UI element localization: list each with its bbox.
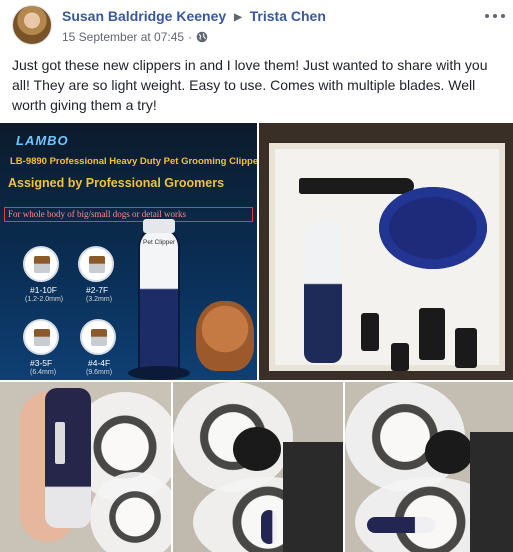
blade-2-name: #2-7F <box>86 285 109 295</box>
dog-nose <box>425 430 473 474</box>
blade-1-image <box>23 246 59 282</box>
more-dot-icon <box>493 14 497 18</box>
post-header: Susan Baldridge Keeney ▶ Trista Chen 15 … <box>0 0 513 52</box>
more-dot-icon <box>485 14 489 18</box>
blade-3-size: (6.4mm) <box>30 369 57 376</box>
cleaning-brush-image <box>299 178 414 194</box>
blade-3-name: #3-5F <box>30 358 53 368</box>
recipient-name-link[interactable]: Trista Chen <box>250 8 326 24</box>
share-arrow-icon: ▶ <box>234 12 242 23</box>
photo-grid: LAMBO LB-9890 Professional Heavy Duty Pe… <box>0 123 513 552</box>
meta-separator: · <box>188 30 193 44</box>
blade-4-name: #4-4F <box>88 358 111 368</box>
blade-4-image <box>80 319 116 355</box>
ad-brand-logo: LAMBO <box>16 133 69 148</box>
guard-comb-image <box>419 308 445 360</box>
blade-4-size: (9.6mm) <box>86 369 113 376</box>
grooming-table <box>283 442 343 552</box>
dog-nose <box>233 427 281 471</box>
guard-comb-image <box>391 343 409 371</box>
poodle-image <box>196 301 254 371</box>
photo-groomed-dog-1[interactable] <box>173 382 343 552</box>
photo-product-ad[interactable]: LAMBO LB-9890 Professional Heavy Duty Pe… <box>0 123 257 380</box>
guard-comb-image <box>361 313 379 351</box>
globe-icon[interactable] <box>196 31 208 43</box>
more-dot-icon <box>501 14 505 18</box>
author-avatar[interactable] <box>12 5 52 45</box>
clipper-image <box>45 388 91 528</box>
photo-package-box[interactable] <box>259 123 513 380</box>
more-options-button[interactable] <box>485 8 505 24</box>
clipper-image <box>140 219 178 377</box>
grooming-table <box>470 432 513 552</box>
post-meta: 15 September at 07:45 · <box>62 30 208 44</box>
ad-headline: Assigned by Professional Groomers <box>8 176 225 190</box>
photo-hand-clipper[interactable] <box>0 382 171 552</box>
blade-3-image <box>23 319 59 355</box>
post-timestamp[interactable]: 15 September at 07:45 <box>62 30 184 44</box>
clipper-image <box>304 218 342 363</box>
blade-1-size: (1.2-2.0mm) <box>25 296 64 303</box>
blade-1-name: #1-10F <box>30 285 57 295</box>
guard-comb-image <box>455 328 477 368</box>
post-names: Susan Baldridge Keeney ▶ Trista Chen <box>62 8 326 24</box>
author-name-link[interactable]: Susan Baldridge Keeney <box>62 8 226 24</box>
photo-groomed-dog-2[interactable] <box>345 382 513 552</box>
ad-model-line: LB-9890 Professional Heavy Duty Pet Groo… <box>10 156 257 167</box>
clipper-label: Pet Clipper <box>143 239 176 246</box>
post-text: Just got these new clippers in and I lov… <box>12 57 488 113</box>
blade-2-size: (3.2mm) <box>86 296 113 303</box>
clipper-display <box>55 422 65 464</box>
clipper-image <box>367 517 435 533</box>
clipper-stand <box>128 366 190 380</box>
charging-base-image <box>379 187 487 269</box>
ad-usage-line: For whole body of big/small dogs or deta… <box>4 207 253 222</box>
blade-2-image <box>78 246 114 282</box>
clipper-image <box>261 510 277 544</box>
